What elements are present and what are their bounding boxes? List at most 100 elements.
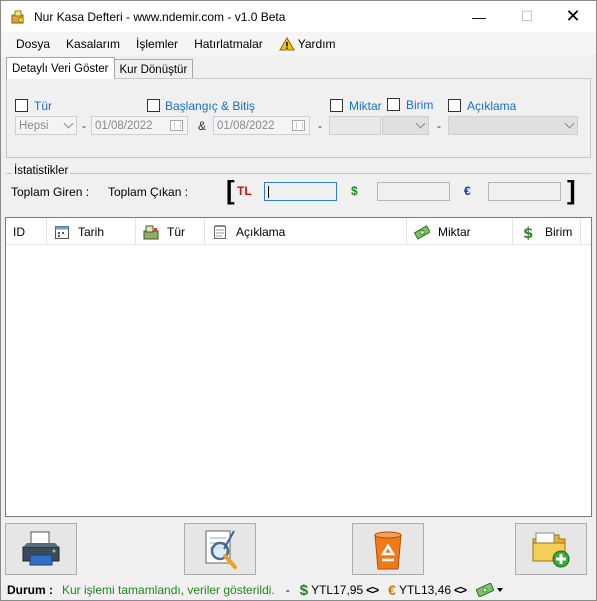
chevron-down-icon <box>63 118 74 129</box>
eur-total-field[interactable] <box>488 182 561 201</box>
status-key: Durum : <box>7 583 53 597</box>
usd-total-field[interactable] <box>377 182 450 201</box>
column-aciklama-label: Açıklama <box>236 224 286 239</box>
menu-islemler[interactable]: İşlemler <box>129 32 187 55</box>
status-bar: Durum : Kur işlemi tamamlandı, veriler g… <box>1 579 596 601</box>
birim-select[interactable] <box>382 116 429 135</box>
column-birim[interactable]: $ Birim <box>513 218 581 245</box>
app-window: Nur Kasa Defteri - www.ndemir.com - v1.0… <box>0 0 597 601</box>
separator-dash: - <box>318 119 322 133</box>
print-button[interactable] <box>5 523 77 575</box>
minimize-button[interactable]: — <box>456 1 502 32</box>
menu-yardim-label: Yardım <box>297 36 336 51</box>
chevron-down-icon <box>497 588 504 592</box>
status-separator: - <box>285 583 290 597</box>
tur-checkbox[interactable] <box>15 99 28 112</box>
toplam-cikan-label: Toplam Çıkan : <box>108 185 189 199</box>
tl-total-field[interactable] <box>264 182 337 201</box>
euro-icon: € <box>388 582 396 598</box>
date-range-label: Başlangıç & Bitiş <box>165 99 256 113</box>
tab-kur-donustur[interactable]: Kur Dönüştür <box>113 59 194 79</box>
column-tur[interactable]: Tür <box>136 218 205 245</box>
money-icon <box>413 224 431 240</box>
miktar-label: Miktar <box>349 99 382 113</box>
dollar-icon: $ <box>299 581 309 599</box>
aciklama-checkbox[interactable] <box>448 99 461 112</box>
title-bar: Nur Kasa Defteri - www.ndemir.com - v1.0… <box>1 1 596 32</box>
grid-header: ID Tarih Tür Açıklama Miktar $ Birim <box>6 218 591 245</box>
tab-detayli-veri[interactable]: Detaylı Veri Göster <box>6 57 115 79</box>
delete-button[interactable] <box>352 523 424 575</box>
tl-label: TL <box>237 184 252 198</box>
calendar-icon <box>292 120 305 131</box>
warning-icon <box>278 36 295 50</box>
menu-dosya[interactable]: Dosya <box>1 32 59 55</box>
maximize-button[interactable]: ☐ <box>504 1 550 32</box>
aciklama-select[interactable] <box>448 116 578 135</box>
swap-arrows-icon: <> <box>366 583 379 597</box>
miktar-checkbox[interactable] <box>330 99 343 112</box>
start-date-value: 01/08/2022 <box>95 119 153 132</box>
money-icon <box>476 583 495 597</box>
column-id-label: ID <box>13 224 25 239</box>
eur-rate-value: YTL13,46 <box>398 583 451 597</box>
birim-checkbox[interactable] <box>387 98 400 111</box>
swap-arrows-icon: <> <box>454 583 467 597</box>
start-date-picker[interactable]: 01/08/2022 <box>91 116 188 135</box>
toplam-giren-label: Toplam Giren : <box>11 185 90 199</box>
date-range-amp: & <box>198 119 207 133</box>
menu-hatirlatmalar[interactable]: Hatırlatmalar <box>187 32 272 55</box>
tur-select-value: Hepsi <box>19 119 49 132</box>
filter-panel: Tür Hepsi - Başlangıç & Bitiş 01/08/2022… <box>6 78 591 158</box>
eur-label: € <box>464 184 471 198</box>
birim-label: Birim <box>406 98 434 112</box>
calendar-icon <box>54 224 70 240</box>
usd-rate-value: YTL17,95 <box>311 583 364 597</box>
tur-select[interactable]: Hepsi <box>15 116 77 135</box>
column-aciklama[interactable]: Açıklama <box>205 218 407 245</box>
miktar-input[interactable] <box>329 116 381 135</box>
close-button[interactable]: ✕ <box>550 1 596 32</box>
column-id[interactable]: ID <box>6 218 47 245</box>
bracket-open: [ <box>226 175 235 205</box>
chevron-down-icon <box>415 118 426 129</box>
tur-label: Tür <box>34 99 52 113</box>
column-birim-label: Birim <box>545 224 573 239</box>
eur-rate-item[interactable]: € YTL13,46 <> <box>388 582 467 598</box>
tab-strip: Detaylı Veri Göster Kur Dönüştür <box>6 57 194 79</box>
column-miktar-label: Miktar <box>438 224 471 239</box>
printer-icon <box>22 531 60 566</box>
add-record-button[interactable] <box>515 523 587 575</box>
column-tur-label: Tür <box>167 224 185 239</box>
currency-menu-button[interactable] <box>476 583 504 597</box>
date-range-checkbox[interactable] <box>147 99 160 112</box>
menu-kasalarim[interactable]: Kasalarım <box>59 32 129 55</box>
stats-title: İstatistikler <box>12 165 71 177</box>
records-grid[interactable]: ID Tarih Tür Açıklama Miktar $ Birim <box>5 217 592 517</box>
bracket-close: ] <box>567 175 576 205</box>
usd-label: $ <box>351 184 358 198</box>
notepad-icon <box>212 224 228 240</box>
status-message: Kur işlemi tamamlandı, veriler gösterild… <box>62 583 275 597</box>
menu-bar: Dosya Kasalarım İşlemler Hatırlatmalar Y… <box>1 32 596 55</box>
chevron-down-icon <box>564 118 575 129</box>
end-date-value: 01/08/2022 <box>217 119 275 132</box>
calendar-icon <box>170 120 183 131</box>
column-tarih[interactable]: Tarih <box>47 218 136 245</box>
text-caret <box>268 186 269 198</box>
cash-register-icon <box>143 224 159 240</box>
separator-dash: - <box>82 119 86 133</box>
menu-yardim[interactable]: Yardım <box>272 32 345 55</box>
separator-dash: - <box>437 119 441 133</box>
column-miktar[interactable]: Miktar <box>407 218 513 245</box>
app-icon <box>10 9 26 25</box>
dollar-icon: $ <box>520 224 536 242</box>
end-date-picker[interactable]: 01/08/2022 <box>213 116 310 135</box>
recycle-bin-icon <box>374 531 402 570</box>
usd-rate-item[interactable]: $ YTL17,95 <> <box>299 581 379 599</box>
aciklama-label: Açıklama <box>467 99 517 113</box>
stats-group: İstatistikler Toplam Giren : Toplam Çıka… <box>6 165 591 207</box>
window-title: Nur Kasa Defteri - www.ndemir.com - v1.0… <box>34 9 286 24</box>
report-button[interactable] <box>184 523 256 575</box>
svg-text:$: $ <box>523 224 533 240</box>
